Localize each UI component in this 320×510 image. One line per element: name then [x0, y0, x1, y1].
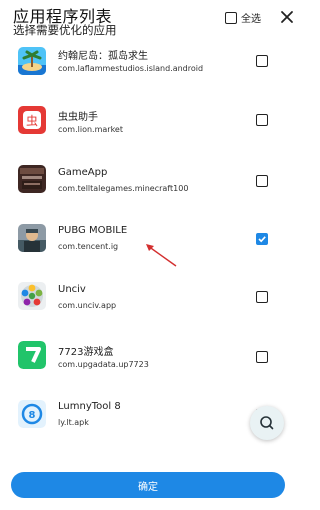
app-name: PUBG MOBILE [58, 225, 128, 236]
app-name: 7723游戏盒 [58, 347, 114, 358]
app-name: 约翰尼岛：孤岛求生 [58, 51, 148, 62]
svg-text:虫: 虫 [26, 114, 38, 128]
app-package: com.unciv.app [58, 301, 117, 310]
app-package: com.telltalegames.minecraft100 [58, 184, 189, 193]
app-checkbox[interactable] [256, 55, 268, 67]
search-fab[interactable] [250, 406, 284, 440]
app-name: Unciv [58, 284, 86, 295]
close-button[interactable] [280, 9, 294, 23]
app-package: ly.lt.apk [58, 418, 89, 427]
app-checkbox[interactable] [256, 114, 268, 126]
select-all-label: 全选 [241, 14, 261, 25]
bug-assistant-icon: 虫 [18, 106, 46, 134]
select-all-checkbox[interactable] [225, 11, 237, 24]
pubg-mobile-icon [18, 224, 46, 252]
header: 应用程序列表 选择需要优化的应用 全选 [0, 0, 300, 44]
select-all-toggle[interactable]: 全选 [225, 10, 261, 25]
app-name: LumnyTool 8 [58, 401, 121, 412]
search-icon [260, 416, 274, 430]
annotation-arrow [146, 244, 177, 267]
island-survival-icon [18, 47, 46, 75]
close-icon [281, 11, 293, 23]
app-package: com.lion.market [58, 125, 123, 134]
confirm-button[interactable]: 确定 [11, 472, 285, 498]
app-checkbox[interactable] [256, 175, 268, 187]
app-package: com.tencent.ig [58, 242, 119, 251]
7723-game-box-icon [18, 341, 46, 369]
minecraft-story-mode-icon [18, 165, 46, 193]
app-checkbox[interactable] [256, 351, 268, 363]
app-checkbox[interactable] [256, 233, 268, 245]
list-item[interactable]: Unciv com.unciv.app [0, 280, 300, 338]
app-package: com.upgadata.up7723 [58, 360, 149, 369]
app-list-screen: 应用程序列表 选择需要优化的应用 全选 约翰尼岛：孤岛求生 com.laflam… [0, 0, 300, 510]
app-checkbox[interactable] [256, 291, 268, 303]
list-item[interactable]: 约翰尼岛：孤岛求生 com.laflammestudios.island.and… [0, 44, 300, 102]
unciv-icon [18, 282, 46, 310]
svg-text:8: 8 [29, 410, 36, 421]
app-package: com.laflammestudios.island.android [58, 64, 204, 73]
app-name: GameApp [58, 167, 108, 178]
page-subtitle: 选择需要优化的应用 [13, 23, 117, 37]
list-item[interactable]: 虫 虫虫助手 com.lion.market [0, 103, 300, 161]
list-item[interactable]: 7723游戏盒 com.upgadata.up7723 [0, 340, 300, 398]
list-item[interactable]: GameApp com.telltalegames.minecraft100 [0, 164, 300, 222]
lumnytool-icon: 8 [18, 400, 46, 428]
app-name: 虫虫助手 [58, 112, 98, 123]
